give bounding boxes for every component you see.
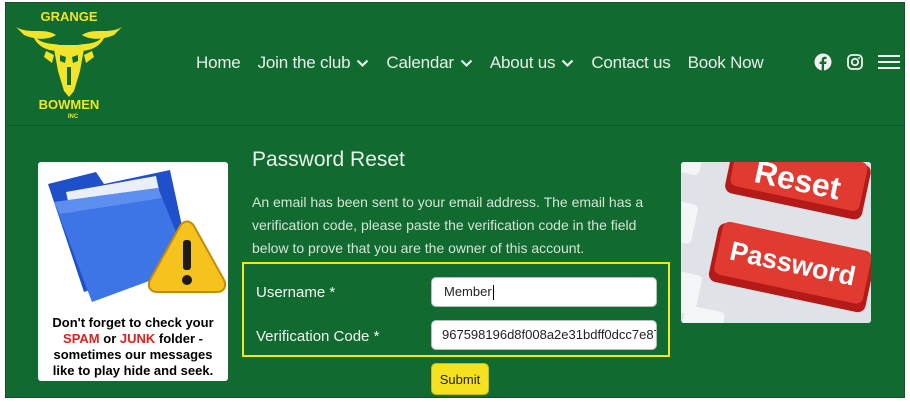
header-divider bbox=[6, 125, 904, 126]
chevron-down-icon bbox=[357, 59, 369, 67]
username-value: Member bbox=[444, 284, 492, 299]
nav-item-label: Calendar bbox=[386, 53, 454, 72]
reset-instructions: An email has been sent to your email add… bbox=[252, 194, 644, 256]
spam-notice-line: like to play hide and seek. bbox=[52, 363, 214, 378]
verification-code-label: Verification Code * bbox=[256, 328, 380, 345]
chevron-down-icon bbox=[460, 59, 473, 67]
spam-notice-line: sometimes our messages bbox=[53, 347, 213, 362]
spam-notice-or: or bbox=[99, 331, 120, 346]
spam-notice-card: Don't forget to check your SPAM or JUNK … bbox=[38, 162, 228, 381]
spam-notice-folder: folder - bbox=[155, 331, 203, 346]
hamburger-menu-icon[interactable] bbox=[878, 53, 900, 71]
nav-item-contact-us[interactable]: Contact us bbox=[591, 53, 670, 73]
nav-item-home[interactable]: Home bbox=[196, 53, 241, 73]
nav-item-about-us[interactable]: About us bbox=[490, 53, 575, 73]
logo-top-text: GRANGE bbox=[40, 9, 97, 24]
text-caret bbox=[492, 285, 494, 301]
page-frame: GRANGE BOWMEN INC Home Join the club Cal… bbox=[5, 2, 905, 398]
nav-item-calendar[interactable]: Calendar bbox=[386, 53, 473, 73]
nav-item-book-now[interactable]: Book Now bbox=[688, 53, 764, 73]
site-header: GRANGE BOWMEN INC Home Join the club Cal… bbox=[6, 3, 904, 125]
nav-item-label: Home bbox=[196, 53, 241, 72]
reset-password-keyboard-image: Reset Password bbox=[681, 162, 871, 323]
submit-label: Submit bbox=[439, 371, 481, 387]
logo-suffix-text: INC bbox=[68, 114, 79, 120]
chevron-down-icon bbox=[562, 59, 574, 67]
spam-notice-line: Don't forget to check your bbox=[52, 315, 214, 330]
reset-password-image: Reset Password bbox=[681, 162, 871, 323]
grange-bowmen-logo[interactable]: GRANGE BOWMEN INC bbox=[10, 5, 128, 123]
verification-code-field[interactable]: 967598196d8f008a2e31bdff0dcc7e87 bbox=[431, 320, 657, 350]
nav-item-join-the-club[interactable]: Join the club bbox=[258, 53, 370, 73]
junk-keyword: JUNK bbox=[119, 331, 156, 346]
facebook-icon[interactable] bbox=[814, 53, 832, 71]
main-navigation: Home Join the club Calendar About us Con… bbox=[196, 53, 780, 73]
instagram-icon[interactable] bbox=[846, 53, 864, 71]
spam-keyword: SPAM bbox=[63, 331, 100, 346]
nav-item-label: Join the club bbox=[257, 53, 351, 72]
nav-item-label: Contact us bbox=[591, 53, 671, 72]
username-label: Username * bbox=[256, 284, 336, 301]
submit-button[interactable]: Submit bbox=[431, 363, 489, 395]
verification-code-value: 967598196d8f008a2e31bdff0dcc7e87 bbox=[442, 327, 657, 342]
nav-item-label: About us bbox=[489, 53, 556, 72]
nav-item-label: Book Now bbox=[687, 53, 764, 72]
logo-bottom-text: BOWMEN bbox=[39, 97, 100, 112]
spam-notice-line: SPAM or JUNK folder - bbox=[38, 331, 228, 347]
page-title: Password Reset bbox=[252, 148, 405, 171]
social-links bbox=[814, 53, 904, 71]
folder-warning-icon bbox=[48, 170, 227, 302]
username-field[interactable]: Member bbox=[431, 277, 657, 307]
password-reset-form: Username * Member Verification Code * 96… bbox=[242, 262, 670, 357]
spam-notice-text: Don't forget to check your SPAM or JUNK … bbox=[38, 315, 228, 379]
